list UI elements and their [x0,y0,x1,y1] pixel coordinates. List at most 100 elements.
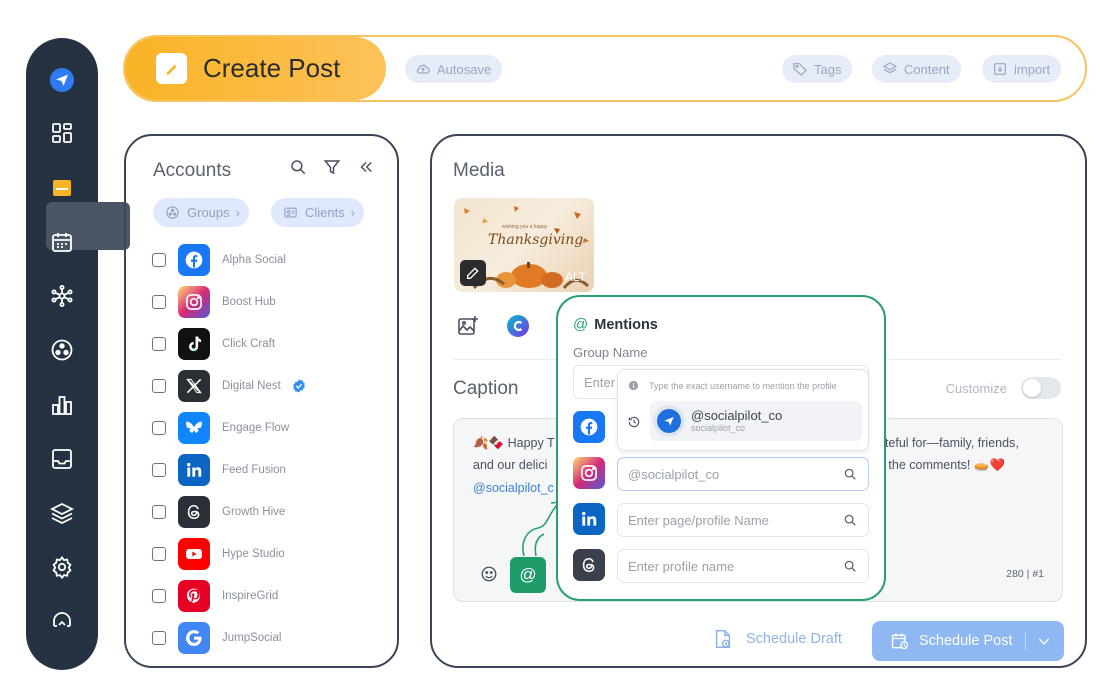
page-title: Create Post [203,53,341,83]
clients-filter[interactable]: Clients › [271,198,365,227]
account-row[interactable]: Engage Flow [152,412,289,444]
account-checkbox[interactable] [152,547,166,561]
support-icon[interactable] [26,601,98,641]
groups-icon[interactable] [26,330,98,370]
account-row[interactable]: JumpSocial [152,622,281,654]
tags-button[interactable]: Tags [782,55,853,83]
mention-button[interactable]: @ [510,557,546,593]
calendar-clock-icon [891,633,909,650]
account-checkbox[interactable] [152,379,166,393]
account-name: Engage Flow [222,422,290,434]
import-icon [994,63,1006,75]
clients-label: Clients [305,205,345,220]
linkedin-icon [582,511,597,526]
facebook-icon [580,418,598,436]
bluesky-icon [178,412,210,444]
account-row[interactable]: Boost Hub [152,286,276,318]
inbox-icon[interactable] [26,439,98,479]
customize-control[interactable]: Customize [946,377,1061,399]
dashboard-icon[interactable] [26,113,98,153]
account-checkbox[interactable] [152,589,166,603]
accounts-title: Accounts [153,160,232,181]
cloud-icon [416,64,430,74]
analytics-icon[interactable] [26,385,98,425]
search-icon[interactable] [289,158,307,176]
threads-icon [582,557,595,573]
groups-filter[interactable]: Groups › [153,198,249,227]
account-row[interactable]: Hype Studio [152,538,285,570]
sidebar [26,38,130,670]
youtube-icon [178,538,210,570]
account-name: Digital Nest [222,380,281,392]
customize-toggle[interactable] [1021,377,1061,399]
account-row[interactable]: Feed Fusion [152,454,286,486]
account-name: Boost Hub [222,296,276,308]
pencil-icon [467,267,479,279]
account-checkbox[interactable] [152,631,166,645]
collapse-icon[interactable] [357,158,375,176]
suggestion-handle: @socialpilot_co [691,408,783,423]
network-icon[interactable] [26,276,98,316]
media-thumbnail[interactable]: wishing you a happy Thanksgiving ALT [454,198,594,292]
account-row[interactable]: Digital Nest [152,370,307,402]
mention-hint: Type the exact username to mention the p… [628,380,837,391]
media-title: Media [453,160,505,181]
account-name: Hype Studio [222,548,285,560]
account-row[interactable]: Alpha Social [152,244,286,276]
schedule-post-button[interactable]: Schedule Post [872,621,1064,661]
instagram-mention-value: @socialpilot_co [628,467,720,482]
instagram-logo [573,457,605,489]
account-checkbox[interactable] [152,505,166,519]
groups-label: Groups [187,205,230,220]
account-row[interactable]: InspireGrid [152,580,278,612]
canva-icon[interactable] [506,314,530,338]
emoji-icon[interactable] [480,565,498,583]
schedule-draft-label: Schedule Draft [746,631,842,647]
edit-image-button[interactable] [460,260,486,286]
account-row[interactable]: Click Craft [152,328,275,360]
mention-suggestion-item[interactable]: @socialpilot_co socialpilot_co [650,401,862,441]
import-label: import [1014,61,1051,77]
import-button[interactable]: import [982,55,1062,83]
schedule-post-label: Schedule Post [919,633,1013,649]
account-checkbox[interactable] [152,253,166,267]
account-checkbox[interactable] [152,295,166,309]
tags-label: Tags [814,61,842,77]
search-icon [844,514,856,526]
autosave-label: Autosave [437,61,492,77]
instagram-mention-input[interactable]: @socialpilot_co [617,457,869,491]
settings-icon[interactable] [26,547,98,587]
account-checkbox[interactable] [152,463,166,477]
thumbnail-text: Thanksgiving [488,232,584,248]
layers-icon [882,62,898,74]
tiktok-icon [178,328,210,360]
logo-icon[interactable] [26,60,98,100]
instagram-icon [178,286,210,318]
alt-text-button[interactable]: ALT [565,270,586,284]
account-checkbox[interactable] [152,337,166,351]
calendar-icon[interactable] [26,222,98,262]
account-name: Feed Fusion [222,464,286,476]
account-row[interactable]: Growth Hive [152,496,285,528]
content-button[interactable]: Content [872,55,961,83]
linkedin-icon [178,454,210,486]
layers-icon[interactable] [26,493,98,533]
linkedin-mention-input[interactable]: Enter page/profile Name [617,503,869,537]
create-post-header: Create Post [125,37,386,100]
chevron-right-icon: › [235,205,240,220]
chevron-down-icon[interactable] [1036,633,1052,649]
create-post-icon[interactable] [26,168,98,208]
account-checkbox[interactable] [152,421,166,435]
filter-icon[interactable] [323,158,341,176]
schedule-draft-button[interactable]: Schedule Draft [712,628,842,650]
autosave-chip[interactable]: Autosave [405,55,503,83]
threads-mention-input[interactable]: Enter profile name [617,549,869,583]
id-card-icon [284,207,297,218]
info-icon [628,380,639,391]
accounts-panel: Accounts Groups › Clients › Alpha Social… [124,134,399,668]
caption-line-2-end: n the comments! 🥧❤️ [878,458,1006,472]
chevron-right-icon: › [350,205,356,220]
threads-logo [573,549,605,581]
facebook-logo [573,411,605,443]
add-image-icon[interactable] [456,314,480,338]
